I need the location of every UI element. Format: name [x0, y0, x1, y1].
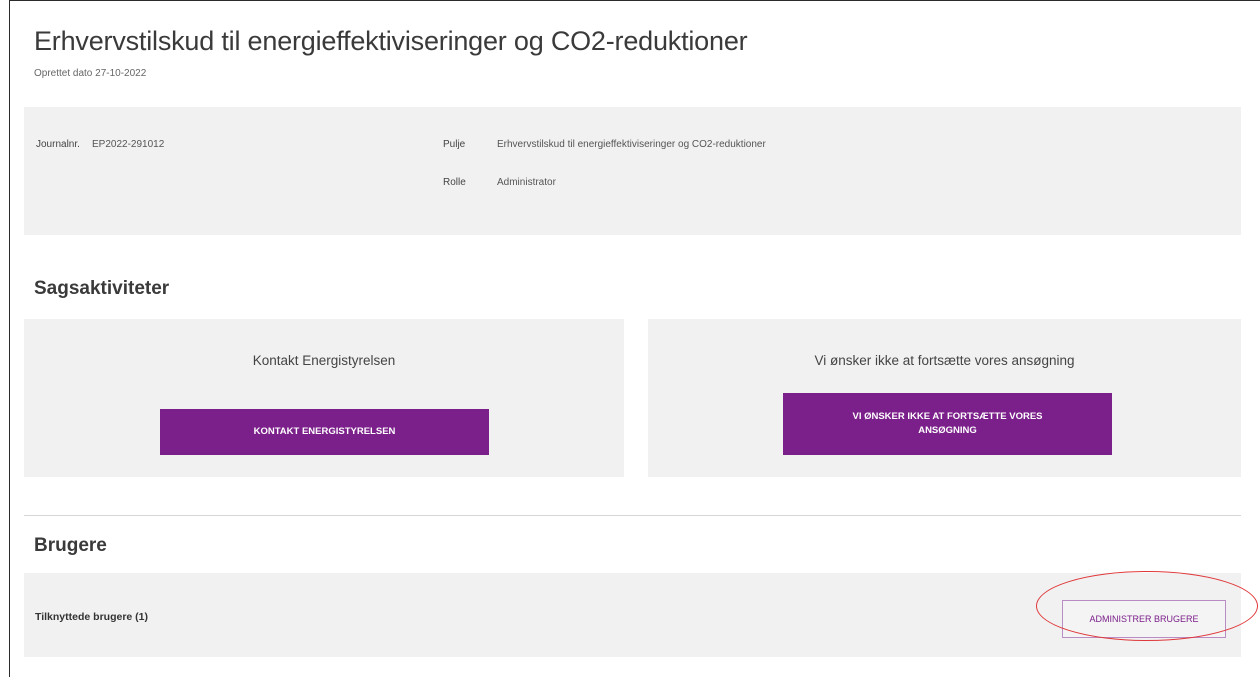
- contact-card: Kontakt Energistyrelsen KONTAKT ENERGIST…: [24, 319, 624, 477]
- activities-heading: Sagsaktiviteter: [34, 278, 170, 299]
- contact-card-text: Kontakt Energistyrelsen: [252, 353, 396, 368]
- manage-users-button[interactable]: ADMINISTRER BRUGERE: [1062, 600, 1226, 638]
- rolle-label: Rolle: [443, 177, 466, 188]
- journal-label: Journalnr.: [36, 139, 80, 150]
- page-title: Erhvervstilskud til energieffektiviserin…: [34, 26, 748, 56]
- linked-users-panel: Tilknyttede brugere (1) ADMINISTRER BRUG…: [24, 573, 1241, 657]
- rolle-value: Administrator: [497, 177, 556, 188]
- pulje-value: Erhvervstilskud til energieffektiviserin…: [497, 139, 766, 150]
- case-info-panel: Journalnr. EP2022-291012 Pulje Erhvervst…: [24, 107, 1241, 235]
- pulje-label: Pulje: [443, 139, 466, 150]
- linked-users-label: Tilknyttede brugere (1): [35, 611, 148, 623]
- contact-energistyrelsen-button[interactable]: KONTAKT ENERGISTYRELSEN: [160, 409, 489, 455]
- withdraw-card: Vi ønsker ikke at fortsætte vores ansøgn…: [648, 319, 1241, 477]
- users-heading: Brugere: [34, 535, 107, 556]
- withdraw-application-button[interactable]: VI ØNSKER IKKE AT FORTSÆTTE VORES ANSØGN…: [783, 393, 1112, 455]
- created-date: Oprettet dato 27-10-2022: [34, 68, 147, 79]
- withdraw-card-text: Vi ønsker ikke at fortsætte vores ansøgn…: [814, 353, 1075, 368]
- journal-value: EP2022-291012: [92, 139, 165, 150]
- section-divider: [24, 515, 1241, 516]
